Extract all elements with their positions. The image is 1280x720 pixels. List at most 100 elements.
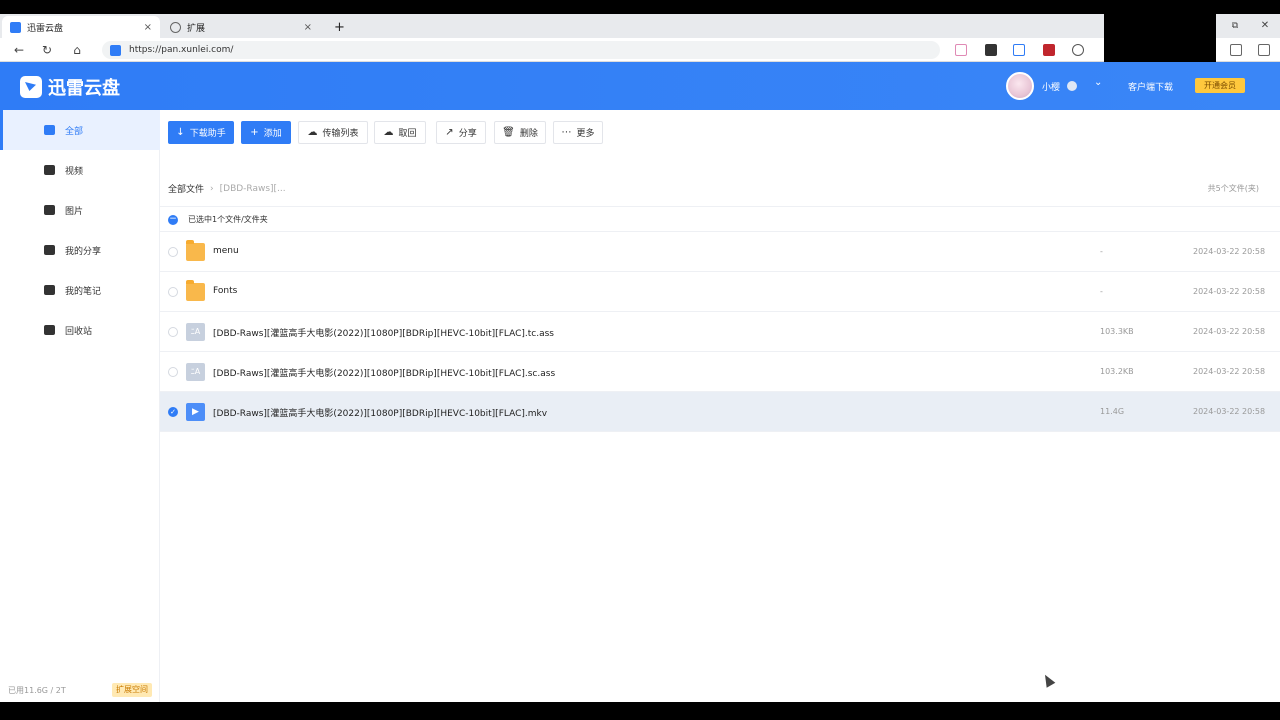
extension-pink-icon[interactable] <box>955 44 967 56</box>
breadcrumb-current: [DBD-Raws][... <box>219 183 286 194</box>
client-download-link[interactable]: 客户端下载 <box>1128 80 1173 93</box>
close-tab-icon[interactable]: × <box>144 22 152 33</box>
download-helper-button[interactable]: ↓ 下载助手 <box>168 121 234 144</box>
sidebar-item-video[interactable]: 视频 <box>0 150 160 190</box>
window-controls: ⧉ ✕ <box>1216 14 1280 38</box>
sidebar-item-label: 回收站 <box>65 326 93 337</box>
extension-translate-icon[interactable] <box>1013 44 1025 56</box>
extensions-puzzle-icon[interactable] <box>1072 44 1084 56</box>
plus-icon: + <box>250 127 259 138</box>
sidebar: 全部 视频 图片 我的分享 我的笔记 回收站 已用11.6G / 2T 扩展空间 <box>0 110 160 702</box>
logo-text: 迅雷云盘 <box>48 78 120 99</box>
expand-storage-button[interactable]: 扩展空间 <box>112 683 152 697</box>
avatar[interactable] <box>1006 72 1034 100</box>
extension-dark-icon[interactable] <box>985 44 997 56</box>
share-button[interactable]: ↗ 分享 <box>436 121 486 144</box>
row-checkbox-checked[interactable]: ✓ <box>168 407 178 417</box>
file-date: 2024-03-22 20:58 <box>1193 367 1266 376</box>
reload-icon[interactable]: ↻ <box>40 43 54 57</box>
file-name[interactable]: [DBD-Raws][灌篮高手大电影(2022)][1080P][BDRip][… <box>213 366 555 379</box>
row-checkbox[interactable] <box>168 287 178 297</box>
note-icon <box>43 284 55 296</box>
tab-xunlei-pan[interactable]: 迅雷云盘 × <box>2 16 160 38</box>
file-list-panel: ↓ 下载助手 + 添加 ☁ 传输列表 ☁ 取回 ↗ 分享 🗑 删除 ⋯ 更多 全… <box>160 110 1280 702</box>
sidebar-toggle-icon[interactable] <box>1258 44 1270 56</box>
collections-icon[interactable] <box>1230 44 1242 56</box>
vip-level-icon <box>1067 81 1077 91</box>
selection-text: 已选中1个文件/文件夹 <box>188 215 268 224</box>
row-checkbox[interactable] <box>168 367 178 377</box>
add-button[interactable]: + 添加 <box>241 121 291 144</box>
table-row[interactable]: ﾆA [DBD-Raws][灌篮高手大电影(2022)][1080P][BDRi… <box>160 352 1280 392</box>
trash-icon <box>43 324 55 336</box>
sidebar-item-all[interactable]: 全部 <box>0 110 160 150</box>
subtitle-file-icon: ﾆA <box>186 323 205 341</box>
table-row[interactable]: Fonts - 2024-03-22 20:58 <box>160 272 1280 312</box>
breadcrumb: 全部文件 › [DBD-Raws][... <box>168 182 286 196</box>
row-checkbox[interactable] <box>168 327 178 337</box>
file-name[interactable]: [DBD-Raws][灌篮高手大电影(2022)][1080P][BDRip][… <box>213 326 554 339</box>
cloud-icon: ☁ <box>307 127 318 138</box>
extensions-favicon-icon <box>170 21 181 33</box>
deselect-icon[interactable]: − <box>168 214 178 225</box>
url-input[interactable]: https://pan.xunlei.com/ <box>102 41 940 59</box>
retrieve-button[interactable]: ☁ 取回 <box>374 121 426 144</box>
more-button[interactable]: ⋯ 更多 <box>553 121 603 144</box>
home-icon[interactable]: ⌂ <box>70 43 84 57</box>
chevron-down-icon[interactable]: ⌄ <box>1094 77 1102 88</box>
table-row[interactable]: ﾆA [DBD-Raws][灌篮高手大电影(2022)][1080P][BDRi… <box>160 312 1280 352</box>
logo-bird-icon <box>20 76 42 98</box>
restore-window-icon[interactable]: ⧉ <box>1228 19 1242 33</box>
site-favicon-icon <box>110 44 121 56</box>
table-row[interactable]: ✓ ▶ [DBD-Raws][灌篮高手大电影(2022)][1080P][BDR… <box>160 392 1280 432</box>
file-size: 103.2KB <box>1100 367 1134 376</box>
open-vip-button[interactable]: 开通会员 <box>1195 78 1245 93</box>
delete-button[interactable]: 🗑 删除 <box>494 121 546 144</box>
address-bar-row: ← ↻ ⌂ https://pan.xunlei.com/ <box>0 38 1104 62</box>
download-arrow-icon: ↓ <box>176 127 185 138</box>
row-checkbox[interactable] <box>168 247 178 257</box>
storage-usage: 已用11.6G / 2T <box>8 686 66 695</box>
share-out-icon: ↗ <box>445 127 454 138</box>
image-icon <box>43 204 55 216</box>
transfer-list-button[interactable]: ☁ 传输列表 <box>298 121 368 144</box>
file-date: 2024-03-22 20:58 <box>1193 407 1266 416</box>
button-label: 传输列表 <box>322 129 359 139</box>
sidebar-item-image[interactable]: 图片 <box>0 190 160 230</box>
occluded-region <box>1104 14 1216 62</box>
sidebar-item-label: 我的分享 <box>65 246 102 257</box>
tab-title: 迅雷云盘 <box>27 23 64 34</box>
file-size: 11.4G <box>1100 407 1125 416</box>
new-tab-button[interactable]: + <box>326 16 346 38</box>
xunlei-favicon-icon <box>10 21 21 33</box>
sidebar-item-label: 视频 <box>65 166 84 177</box>
sidebar-item-my-share[interactable]: 我的分享 <box>0 230 160 270</box>
button-label: 更多 <box>576 129 595 139</box>
app-header: 迅雷云盘 小樱 ⌄ 客户端下载 开通会员 <box>0 62 1280 110</box>
breadcrumb-root[interactable]: 全部文件 <box>168 182 204 195</box>
extension-ublock-icon[interactable] <box>1043 44 1055 56</box>
address-bar-right <box>1216 38 1280 62</box>
close-tab-icon[interactable]: × <box>304 22 312 33</box>
close-window-icon[interactable]: ✕ <box>1258 19 1272 33</box>
button-label: 下载助手 <box>189 129 226 139</box>
back-icon[interactable]: ← <box>12 43 26 57</box>
tab-strip: 迅雷云盘 × 扩展 × + <box>0 14 1104 38</box>
file-size: - <box>1100 287 1103 296</box>
xunlei-pan-logo[interactable]: 迅雷云盘 <box>20 74 120 100</box>
url-text: https://pan.xunlei.com/ <box>129 45 234 55</box>
sidebar-item-recycle-bin[interactable]: 回收站 <box>0 310 160 350</box>
file-size: - <box>1100 247 1103 256</box>
file-name[interactable]: [DBD-Raws][灌篮高手大电影(2022)][1080P][BDRip][… <box>213 406 547 419</box>
sidebar-item-my-notes[interactable]: 我的笔记 <box>0 270 160 310</box>
folder-icon <box>186 240 205 261</box>
tab-extensions[interactable]: 扩展 × <box>162 16 320 38</box>
share-icon <box>43 244 55 256</box>
file-name[interactable]: menu <box>213 246 239 256</box>
button-label: 分享 <box>458 129 477 139</box>
folder-icon <box>186 280 205 301</box>
table-row[interactable]: menu - 2024-03-22 20:58 <box>160 232 1280 272</box>
file-name[interactable]: Fonts <box>213 286 237 296</box>
username[interactable]: 小樱 <box>1042 80 1060 93</box>
file-date: 2024-03-22 20:58 <box>1193 327 1266 336</box>
